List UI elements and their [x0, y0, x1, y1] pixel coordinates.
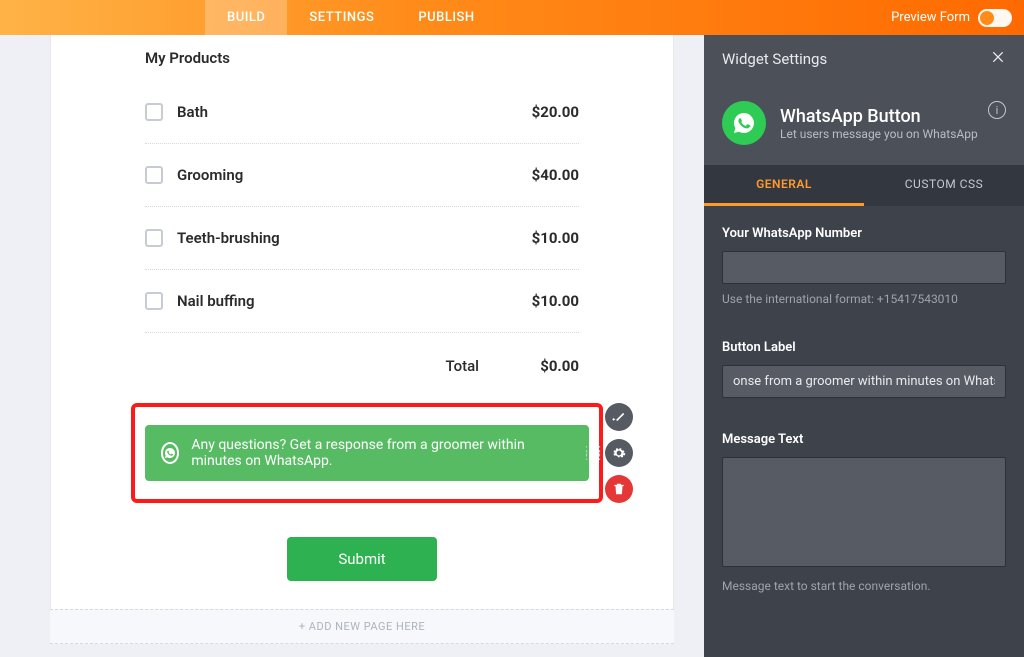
field-whatsapp-number: Your WhatsApp Number Use the internation…: [722, 226, 1006, 306]
tab-custom-css[interactable]: CUSTOM CSS: [864, 165, 1024, 206]
preview-toggle[interactable]: [978, 9, 1012, 27]
panel-tabs: GENERAL CUSTOM CSS: [704, 165, 1024, 206]
whatsapp-icon: [161, 442, 179, 464]
preview-form-label: Preview Form: [891, 10, 970, 25]
product-price: $20.00: [532, 103, 579, 121]
product-checkbox[interactable]: [145, 292, 163, 310]
message-text-input[interactable]: [722, 457, 1006, 567]
drag-handle-icon[interactable]: ⋮⋮⋮⋮: [581, 448, 607, 458]
whatsapp-icon: [722, 101, 766, 145]
product-row: Grooming $40.00: [145, 144, 579, 207]
selected-widget-highlight: Any questions? Get a response from a gro…: [131, 403, 603, 503]
product-row: Nail buffing $10.00: [145, 270, 579, 333]
message-label: Message Text: [722, 432, 1006, 447]
products-title: My Products: [145, 49, 673, 67]
panel-title: Widget Settings: [722, 50, 827, 68]
form-stage: My Products Bath $20.00 Grooming $40.00 …: [0, 35, 704, 657]
close-icon[interactable]: [990, 49, 1006, 69]
tab-general[interactable]: GENERAL: [704, 165, 864, 206]
product-label: Nail buffing: [177, 292, 255, 310]
number-hint: Use the international format: +154175430…: [722, 292, 1006, 306]
nav-tabs: BUILD SETTINGS PUBLISH: [205, 0, 497, 35]
button-label-label: Button Label: [722, 340, 1006, 355]
message-hint: Message text to start the conversation.: [722, 579, 1006, 593]
preview-form-control: Preview Form: [891, 0, 1024, 35]
form-card: My Products Bath $20.00 Grooming $40.00 …: [50, 35, 674, 612]
total-amount: $0.00: [479, 357, 579, 375]
tab-publish[interactable]: PUBLISH: [396, 0, 496, 35]
product-label: Bath: [177, 103, 208, 121]
product-row: Teeth-brushing $10.00: [145, 207, 579, 270]
field-message-text: Message Text Message text to start the c…: [722, 432, 1006, 593]
number-label: Your WhatsApp Number: [722, 226, 1006, 241]
button-label-input[interactable]: [722, 365, 1006, 398]
product-checkbox[interactable]: [145, 103, 163, 121]
widget-wand-button[interactable]: [605, 403, 633, 431]
product-price: $10.00: [532, 229, 579, 247]
widget-identity: WhatsApp Button Let users message you on…: [704, 83, 1024, 165]
add-new-page[interactable]: + ADD NEW PAGE HERE: [50, 609, 674, 644]
total-row: Total $0.00: [145, 357, 579, 375]
product-checkbox[interactable]: [145, 229, 163, 247]
product-row: Bath $20.00: [145, 81, 579, 144]
tab-build[interactable]: BUILD: [205, 0, 287, 35]
product-label: Teeth-brushing: [177, 229, 280, 247]
tab-settings[interactable]: SETTINGS: [287, 0, 396, 35]
widget-settings-button[interactable]: [605, 439, 633, 467]
product-price: $40.00: [532, 166, 579, 184]
widget-subtitle: Let users message you on WhatsApp: [780, 127, 978, 141]
whatsapp-button[interactable]: Any questions? Get a response from a gro…: [145, 425, 589, 481]
panel-header: Widget Settings: [704, 35, 1024, 83]
panel-body: Your WhatsApp Number Use the internation…: [704, 206, 1024, 647]
widget-delete-button[interactable]: [605, 475, 633, 503]
product-label: Grooming: [177, 166, 243, 184]
total-label: Total: [445, 357, 479, 375]
field-button-label: Button Label: [722, 340, 1006, 398]
widget-settings-panel: Widget Settings WhatsApp Button Let user…: [704, 35, 1024, 657]
widget-name: WhatsApp Button: [780, 106, 978, 127]
whatsapp-number-input[interactable]: [722, 251, 1006, 284]
submit-button[interactable]: Submit: [287, 537, 437, 581]
info-icon[interactable]: i: [988, 101, 1006, 119]
product-price: $10.00: [532, 292, 579, 310]
top-nav: BUILD SETTINGS PUBLISH Preview Form: [0, 0, 1024, 35]
product-checkbox[interactable]: [145, 166, 163, 184]
widget-actions: [605, 403, 633, 503]
whatsapp-button-text: Any questions? Get a response from a gro…: [191, 437, 573, 469]
